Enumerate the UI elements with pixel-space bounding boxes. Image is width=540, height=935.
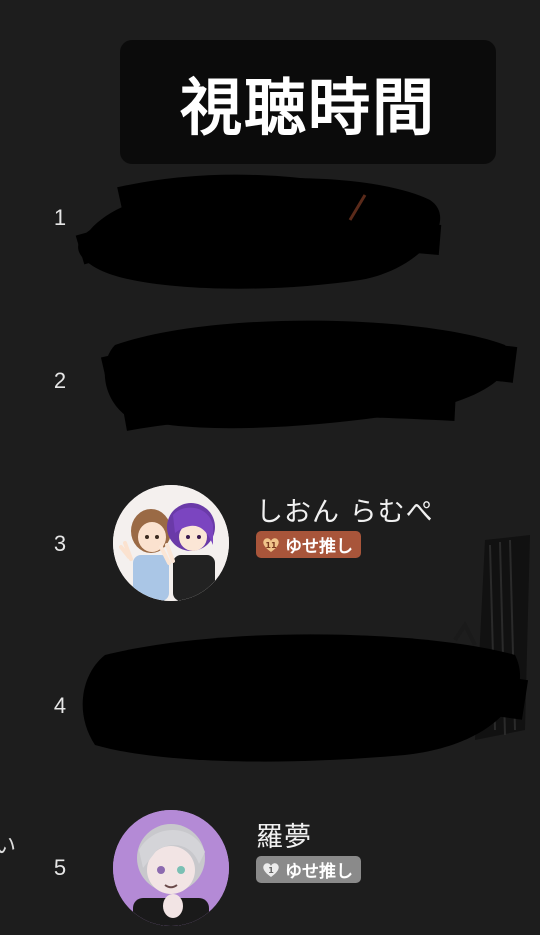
heart-icon: 11 [261, 535, 281, 555]
rank-number: 4 [53, 693, 67, 718]
title-banner: 視聴時間 [120, 40, 496, 164]
svg-text:1: 1 [268, 866, 274, 875]
rank-number: 3 [53, 531, 67, 556]
edge-text: い [0, 834, 17, 859]
page-title: 視聴時間 [179, 71, 436, 144]
silver-hair-avatar-icon[interactable] [113, 810, 229, 926]
badge-label: ゆせ推し [285, 537, 353, 557]
redaction-scribble [75, 174, 442, 289]
svg-text:11: 11 [265, 541, 277, 550]
redaction-scribble [82, 621, 529, 762]
fan-badge: 1 ゆせ推し [256, 856, 361, 883]
redaction-scribble [100, 320, 518, 431]
badge-label: ゆせ推し [285, 862, 353, 882]
fan-badge: 11 ゆせ推し [256, 531, 361, 558]
rank-number: 5 [53, 855, 67, 880]
username[interactable]: 羅夢 [256, 815, 312, 854]
rank-number: 2 [53, 368, 67, 393]
couple-avatar-icon[interactable] [113, 485, 229, 601]
heart-icon: 1 [261, 860, 281, 880]
username[interactable]: しおん らむぺ [256, 490, 434, 529]
